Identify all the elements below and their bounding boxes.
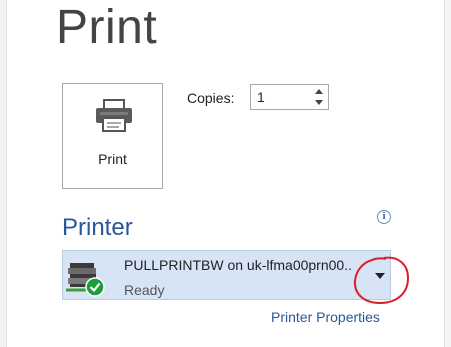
printer-dropdown[interactable]: PULLPRINTBW on uk-lfma00prn00.. Ready <box>62 250 391 300</box>
right-edge-divider <box>444 0 451 347</box>
left-edge-divider <box>0 0 7 347</box>
printer-properties-link[interactable]: Printer Properties <box>271 309 380 325</box>
increment-icon[interactable] <box>312 86 326 97</box>
print-button-label: Print <box>98 151 127 167</box>
print-backstage-panel: Print Print Copies: Printer i <box>0 0 451 347</box>
print-button[interactable]: Print <box>62 83 163 189</box>
printer-section-title: Printer <box>62 214 133 241</box>
network-printer-ready-icon <box>66 263 105 297</box>
decrement-icon[interactable] <box>312 97 326 108</box>
info-icon[interactable]: i <box>377 210 391 224</box>
printer-icon <box>96 99 132 132</box>
copies-input[interactable] <box>251 85 309 109</box>
copies-label: Copies: <box>187 90 235 106</box>
chevron-down-icon[interactable] <box>375 273 385 279</box>
printer-name: PULLPRINTBW on uk-lfma00prn00.. <box>124 257 352 273</box>
page-title: Print <box>56 1 158 54</box>
printer-status: Ready <box>124 282 165 298</box>
copies-stepper <box>250 84 329 110</box>
